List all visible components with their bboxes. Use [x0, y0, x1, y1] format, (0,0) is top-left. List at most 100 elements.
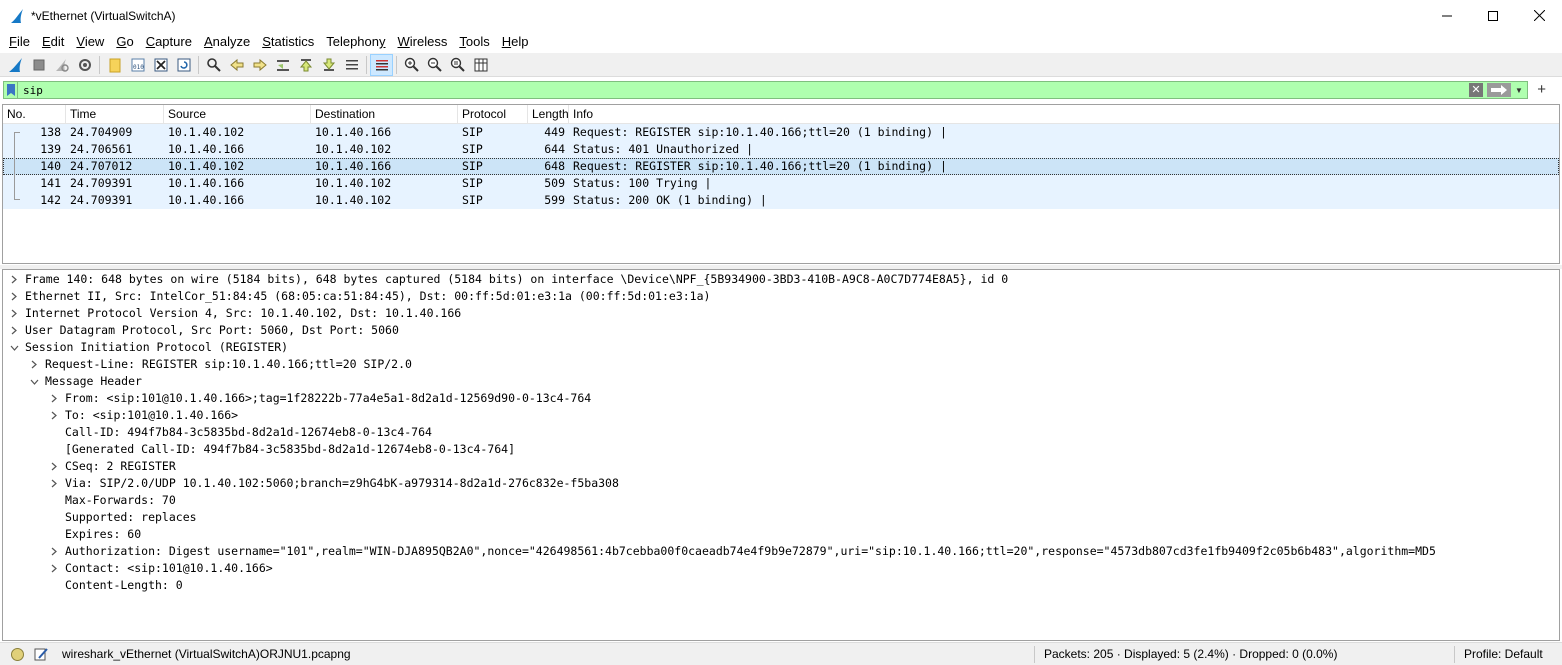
chevron-right-icon[interactable] — [49, 407, 59, 424]
filter-history-dropdown[interactable]: ▼ — [1513, 83, 1525, 97]
restart-capture-button[interactable] — [50, 54, 73, 76]
menu-statistics[interactable]: Statistics — [256, 32, 320, 52]
detail-tree-item[interactable]: Content-Length: 0 — [3, 577, 1559, 594]
packet-row[interactable]: 139 24.706561 10.1.40.166 10.1.40.102 SIP 644… — [3, 141, 1559, 158]
packet-row[interactable]: 142 24.709391 10.1.40.166 10.1.40.102 SIP 599… — [3, 192, 1559, 209]
chevron-right-icon[interactable] — [9, 271, 19, 288]
menu-analyze[interactable]: Analyze — [198, 32, 256, 52]
clear-filter-button[interactable]: ✕ — [1469, 83, 1483, 97]
save-file-icon: 010 — [131, 58, 144, 71]
detail-tree-item[interactable]: To: <sip:101@10.1.40.166> — [3, 407, 1559, 424]
column-header-no[interactable]: No. — [3, 105, 66, 124]
detail-tree-item[interactable]: Message Header — [3, 373, 1559, 390]
chevron-right-icon[interactable] — [9, 288, 19, 305]
detail-tree-item[interactable]: [Generated Call-ID: 494f7b84-3c5835bd-8d… — [3, 441, 1559, 458]
menu-edit[interactable]: Edit — [36, 32, 70, 52]
go-forward-button[interactable] — [248, 54, 271, 76]
menu-go[interactable]: Go — [110, 32, 139, 52]
menu-telephony[interactable]: Telephony — [320, 32, 391, 52]
first-packet-button[interactable] — [294, 54, 317, 76]
chevron-down-icon[interactable] — [9, 339, 19, 356]
display-filter-input[interactable] — [18, 82, 1448, 98]
menu-tools[interactable]: Tools — [453, 32, 495, 52]
detail-tree-item[interactable]: Request-Line: REGISTER sip:10.1.40.166;t… — [3, 356, 1559, 373]
chevron-right-icon[interactable] — [9, 305, 19, 322]
packet-cell-proto: SIP — [462, 142, 483, 156]
maximize-button[interactable] — [1470, 0, 1516, 31]
detail-tree-item[interactable]: Authorization: Digest username="101",rea… — [3, 543, 1559, 560]
column-header-destination[interactable]: Destination — [311, 105, 458, 124]
filter-bookmark-button[interactable] — [4, 82, 18, 98]
zoom-normal-button[interactable] — [446, 54, 469, 76]
detail-tree-label: Authorization: Digest username="101",rea… — [65, 544, 1436, 558]
menu-file[interactable]: File — [3, 32, 36, 52]
chevron-right-icon[interactable] — [9, 322, 19, 339]
autoscroll-button[interactable] — [340, 54, 363, 76]
packet-cell-info: Status: 100 Trying | — [573, 176, 712, 190]
detail-tree-item[interactable]: Ethernet II, Src: IntelCor_51:84:45 (68:… — [3, 288, 1559, 305]
menu-capture[interactable]: Capture — [140, 32, 198, 52]
zoom-in-button[interactable] — [400, 54, 423, 76]
column-header-info[interactable]: Info — [569, 105, 1559, 124]
detail-tree-label: Call-ID: 494f7b84-3c5835bd-8d2a1d-12674e… — [65, 425, 432, 439]
chevron-right-icon[interactable] — [49, 458, 59, 475]
profile-indicator[interactable]: Profile: Default — [1464, 647, 1543, 661]
menu-help[interactable]: Help — [496, 32, 535, 52]
goto-packet-button[interactable] — [271, 54, 294, 76]
menu-wireless[interactable]: Wireless — [392, 32, 454, 52]
main-toolbar: 010 — [0, 53, 1562, 77]
packet-row[interactable]: 141 24.709391 10.1.40.166 10.1.40.102 SIP 509… — [3, 175, 1559, 192]
detail-tree-item[interactable]: Supported: replaces — [3, 509, 1559, 526]
packet-row[interactable]: 140 24.707012 10.1.40.102 10.1.40.166 SIP 648… — [3, 158, 1559, 175]
apply-filter-button[interactable] — [1487, 83, 1511, 97]
packet-cell-no: 142 — [40, 193, 61, 207]
detail-tree-item[interactable]: Call-ID: 494f7b84-3c5835bd-8d2a1d-12674e… — [3, 424, 1559, 441]
column-header-protocol[interactable]: Protocol — [458, 105, 528, 124]
colorize-button[interactable] — [370, 53, 393, 76]
menu-view[interactable]: View — [70, 32, 110, 52]
add-filter-button-button[interactable]: + — [1537, 82, 1546, 97]
packet-list-rows: 138 24.704909 10.1.40.102 10.1.40.166 SIP 449… — [3, 124, 1559, 209]
detail-tree-item[interactable]: Expires: 60 — [3, 526, 1559, 543]
start-capture-button[interactable] — [4, 54, 27, 76]
packet-row[interactable]: 138 24.704909 10.1.40.102 10.1.40.166 SIP 449… — [3, 124, 1559, 141]
expert-info-indicator[interactable] — [11, 648, 24, 661]
plus-icon: + — [1537, 81, 1546, 98]
chevron-right-icon[interactable] — [49, 390, 59, 407]
detail-tree-item[interactable]: Session Initiation Protocol (REGISTER) — [3, 339, 1559, 356]
detail-tree-item[interactable]: Internet Protocol Version 4, Src: 10.1.4… — [3, 305, 1559, 322]
column-header-length[interactable]: Length — [528, 105, 569, 124]
save-file-button[interactable]: 010 — [126, 54, 149, 76]
stop-capture-button[interactable] — [27, 54, 50, 76]
chevron-right-icon[interactable] — [49, 543, 59, 560]
detail-tree-item[interactable]: Frame 140: 648 bytes on wire (5184 bits)… — [3, 271, 1559, 288]
close-file-button[interactable] — [149, 54, 172, 76]
column-header-source[interactable]: Source — [164, 105, 311, 124]
close-button[interactable] — [1516, 0, 1562, 31]
back-icon — [229, 58, 243, 71]
zoom-out-button[interactable] — [423, 54, 446, 76]
resize-columns-button[interactable] — [469, 54, 492, 76]
open-file-button[interactable] — [103, 54, 126, 76]
detail-tree-item[interactable]: CSeq: 2 REGISTER — [3, 458, 1559, 475]
detail-tree-item[interactable]: User Datagram Protocol, Src Port: 5060, … — [3, 322, 1559, 339]
detail-tree-item[interactable]: Via: SIP/2.0/UDP 10.1.40.102:5060;branch… — [3, 475, 1559, 492]
find-icon — [206, 57, 221, 72]
chevron-right-icon[interactable] — [49, 560, 59, 577]
capture-options-button[interactable] — [73, 54, 96, 76]
detail-tree-item[interactable]: Max-Forwards: 70 — [3, 492, 1559, 509]
column-header-time[interactable]: Time — [66, 105, 164, 124]
minimize-button[interactable] — [1424, 0, 1470, 31]
detail-tree-item[interactable]: Contact: <sip:101@10.1.40.166> — [3, 560, 1559, 577]
chevron-down-icon[interactable] — [29, 373, 39, 390]
packet-cell-dst: 10.1.40.102 — [315, 142, 392, 156]
go-back-button[interactable] — [225, 54, 248, 76]
chevron-right-icon[interactable] — [49, 475, 59, 492]
detail-tree-item[interactable]: From: <sip:101@10.1.40.166>;tag=1f28222b… — [3, 390, 1559, 407]
reload-file-button[interactable] — [172, 54, 195, 76]
comment-edit-icon[interactable] — [33, 646, 49, 662]
close-file-icon — [154, 58, 167, 71]
find-packet-button[interactable] — [202, 54, 225, 76]
chevron-right-icon[interactable] — [29, 356, 39, 373]
last-packet-button[interactable] — [317, 54, 340, 76]
